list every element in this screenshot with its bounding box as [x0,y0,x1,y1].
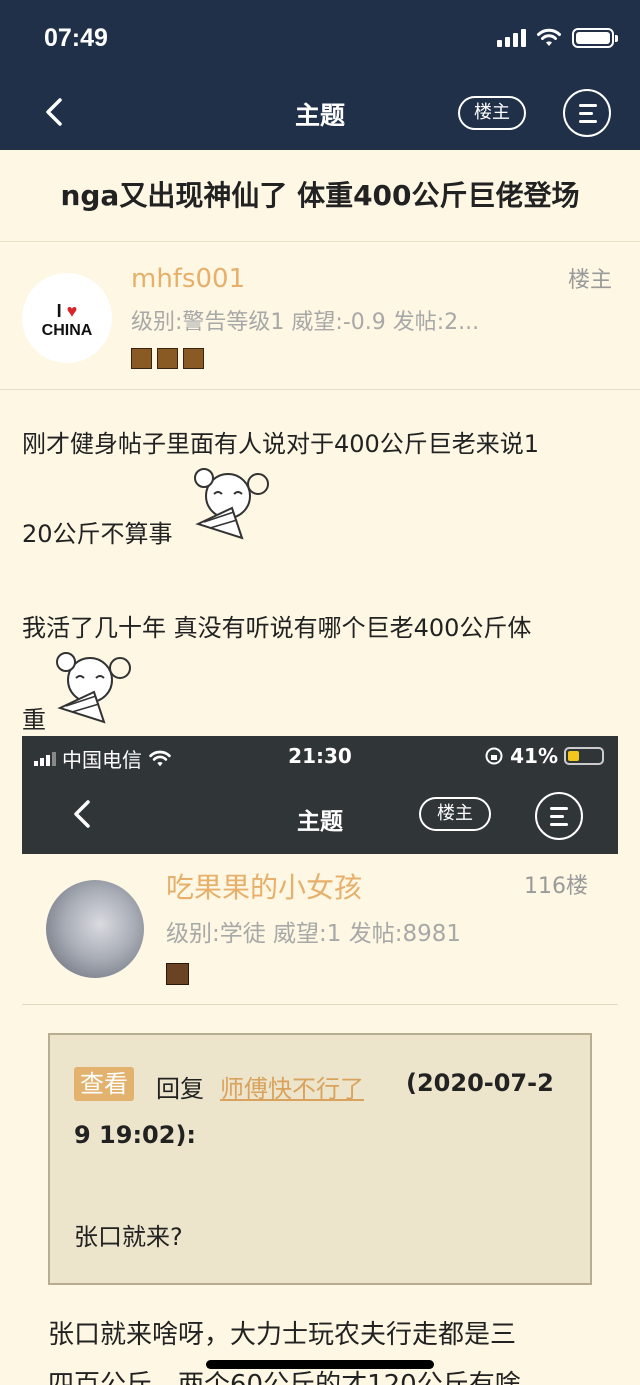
embedded-avatar [46,880,144,978]
embedded-meta: 级别:学徒 威望:1 发帖:8981 [166,921,462,947]
menu-icon [535,792,583,840]
menu-icon[interactable] [563,89,611,137]
avatar-text-top: I [56,301,62,321]
app-header: 07:49 主题 楼主 [0,0,640,150]
reply-user-link: 师傅快不行了 [220,1075,364,1103]
badge-icon [166,963,189,985]
page-title: 主题 [294,101,345,130]
sticker-icon [56,652,131,724]
status-icons [497,28,618,48]
reply-date-cont: 9 19:02): [74,1121,197,1149]
home-indicator [206,1360,434,1369]
author-meta: 级别:警告等级1 威望:-0.9 发帖:2... [131,310,480,335]
avatar-text-bottom: CHINA [41,322,93,339]
embedded-screenshot[interactable]: 中国电信 21:30 41% 主题 楼主 吃果果的小女孩 116楼 级别:学徒 [22,736,618,1385]
only-op-button[interactable]: 楼主 [458,96,526,130]
thread-title: nga又出现神仙了 体重400公斤巨佬登场 [0,150,640,242]
post-line: 重 [22,706,46,734]
author-username[interactable]: mhfs001 [131,264,245,294]
reply-label: 回复 [156,1075,204,1103]
post-line: 20公斤不算事 [22,520,173,548]
author-block: I ♥ CHINA mhfs001 楼主 级别:警告等级1 威望:-0.9 发帖… [0,242,640,390]
wifi-icon [537,28,561,46]
status-time: 07:49 [44,24,108,52]
post-line: 我活了几十年 真没有听说有哪个巨老400公斤体 [22,614,532,642]
divider [22,1004,618,1005]
post-line: 刚才健身帖子里面有人说对于400公斤巨老来说1 [22,430,540,458]
embedded-op-badge: 楼主 [419,797,491,831]
embedded-username: 吃果果的小女孩 [166,871,363,904]
signal-icon [497,29,526,47]
battery-percent: 41% [510,744,558,768]
quote-box: 查看 回复 师傅快不行了 (2020-07-2 9 19:02): 张口就来? [48,1033,592,1285]
quote-body: 张口就来? [74,1223,183,1251]
badge-icon [131,348,152,369]
avatar[interactable]: I ♥ CHINA [22,273,112,363]
badge-list [131,348,204,369]
embedded-header: 中国电信 21:30 41% 主题 楼主 [22,736,618,854]
embedded-title: 主题 [297,809,343,835]
sticker-icon [194,468,269,540]
embedded-floor: 116楼 [524,874,588,899]
heart-icon: ♥ [66,301,78,321]
lock-rotation-icon [485,747,503,765]
embedded-battery: 41% [484,744,604,768]
badge-icon [157,348,178,369]
badge-icon [183,348,204,369]
view-button: 查看 [74,1067,134,1101]
battery-icon [572,28,618,48]
reply-date: (2020-07-2 [406,1069,554,1097]
embedded-post-line: 张口就来啥呀，大力士玩农夫行走都是三 [48,1320,517,1350]
floor-label: 楼主 [567,268,612,293]
battery-icon [564,747,604,765]
